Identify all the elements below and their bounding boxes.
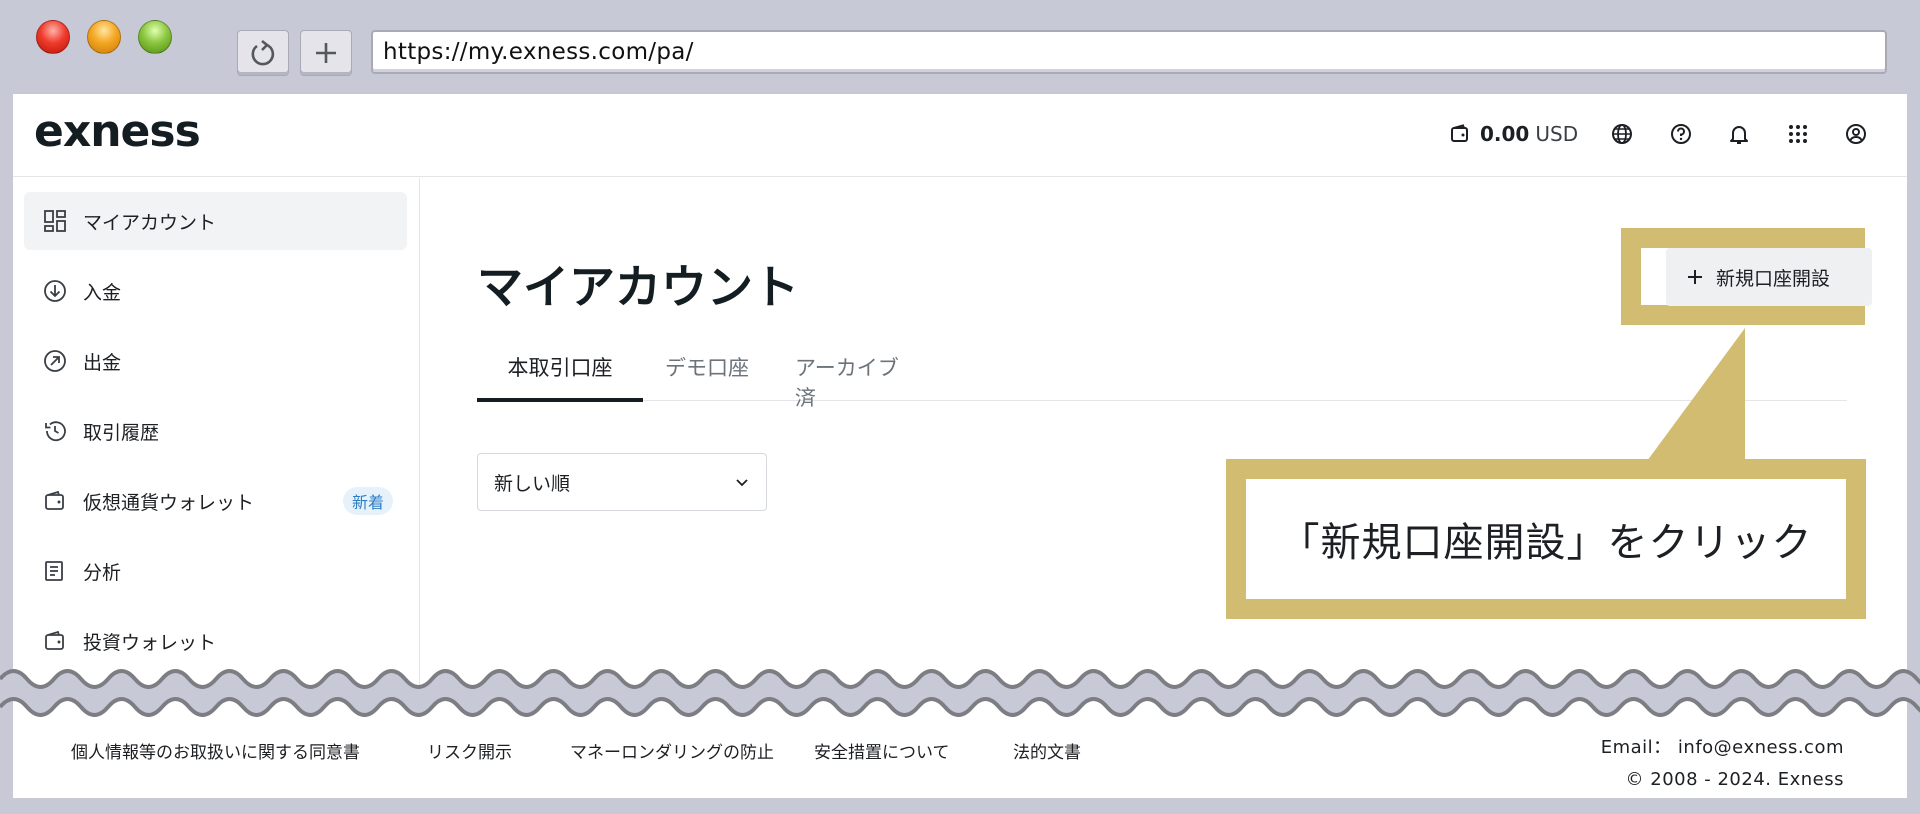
footer-email: Email： info@exness.com <box>1601 733 1844 759</box>
browser-window: https://my.exness.com/pa/ exness 0.00 US… <box>0 0 1920 814</box>
plus-icon <box>1688 270 1702 284</box>
footer-link-risk-disclosure[interactable]: リスク開示 <box>427 738 512 763</box>
footer-link-privacy-consent[interactable]: 個人情報等のお取扱いに関する同意書 <box>71 738 360 763</box>
footer-link-legal-documents[interactable]: 法的文書 <box>1013 738 1081 763</box>
footer-link-security-measures[interactable]: 安全措置について <box>814 738 950 763</box>
copyright: © 2008 - 2024. Exness <box>1625 769 1844 790</box>
footer-link-anti-money-laundering[interactable]: マネーロンダリングの防止 <box>570 738 774 763</box>
new-account-label: 新規口座開設 <box>1716 267 1831 290</box>
page-break-wave <box>0 669 1920 717</box>
instruction-callout: 「新規口座開設」をクリック <box>1226 459 1866 619</box>
new-account-button[interactable]: 新規口座開設 <box>1666 248 1872 306</box>
email-address[interactable]: info@exness.com <box>1678 737 1844 758</box>
email-label: Email： <box>1600 737 1672 758</box>
callout-text: 「新規口座開設」をクリック <box>1246 479 1846 599</box>
